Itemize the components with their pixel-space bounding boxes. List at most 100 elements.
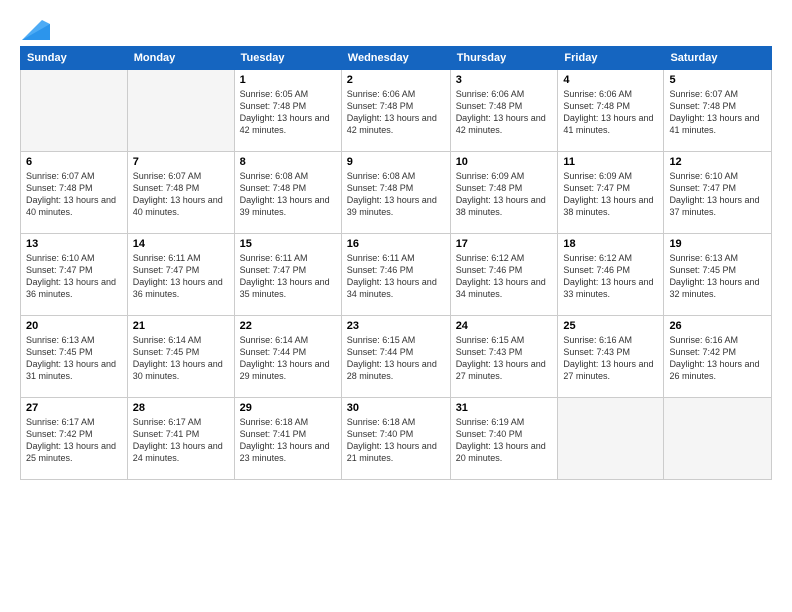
- calendar-cell: [558, 398, 664, 480]
- day-info: Sunrise: 6:11 AMSunset: 7:47 PMDaylight:…: [240, 252, 336, 301]
- weekday-header: Monday: [127, 47, 234, 70]
- calendar-cell: 31 Sunrise: 6:19 AMSunset: 7:40 PMDayligh…: [450, 398, 558, 480]
- calendar-cell: 18Sunrise: 6:12 AMSunset: 7:46 PMDayligh…: [558, 234, 664, 316]
- day-number: 24: [456, 320, 553, 332]
- weekday-header: Thursday: [450, 47, 558, 70]
- day-number: 12: [669, 156, 766, 168]
- calendar-cell: [127, 70, 234, 152]
- day-info: Sunrise: 6:16 AMSunset: 7:42 PMDaylight:…: [669, 334, 766, 383]
- day-info: Sunrise: 6:14 AMSunset: 7:45 PMDaylight:…: [133, 334, 229, 383]
- day-info: Sunrise: 6:08 AMSunset: 7:48 PMDaylight:…: [347, 170, 445, 219]
- weekday-header: Saturday: [664, 47, 772, 70]
- day-info: Sunrise: 6:08 AMSunset: 7:48 PMDaylight:…: [240, 170, 336, 219]
- calendar-cell: 25Sunrise: 6:16 AMSunset: 7:43 PMDayligh…: [558, 316, 664, 398]
- day-info: Sunrise: 6:07 AMSunset: 7:48 PMDaylight:…: [669, 88, 766, 137]
- calendar-cell: 27Sunrise: 6:17 AMSunset: 7:42 PMDayligh…: [21, 398, 128, 480]
- day-info: Sunrise: 6:05 AMSunset: 7:48 PMDaylight:…: [240, 88, 336, 137]
- day-info: Sunrise: 6:15 AMSunset: 7:43 PMDaylight:…: [456, 334, 553, 383]
- day-info: Sunrise: 6:12 AMSunset: 7:46 PMDaylight:…: [456, 252, 553, 301]
- calendar-cell: 3 Sunrise: 6:06 AMSunset: 7:48 PMDaylight…: [450, 70, 558, 152]
- day-number: 22: [240, 320, 336, 332]
- calendar-cell: 21Sunrise: 6:14 AMSunset: 7:45 PMDayligh…: [127, 316, 234, 398]
- day-info: Sunrise: 6:07 AMSunset: 7:48 PMDaylight:…: [26, 170, 122, 219]
- page: SundayMondayTuesdayWednesdayThursdayFrid…: [0, 0, 792, 612]
- weekday-header: Sunday: [21, 47, 128, 70]
- day-number: 17: [456, 238, 553, 250]
- day-number: 7: [133, 156, 229, 168]
- weekday-header: Wednesday: [341, 47, 450, 70]
- calendar-cell: 2 Sunrise: 6:06 AMSunset: 7:48 PMDaylight…: [341, 70, 450, 152]
- calendar-cell: 30 Sunrise: 6:18 AMSunset: 7:40 PMDayligh…: [341, 398, 450, 480]
- day-number: 8: [240, 156, 336, 168]
- day-number: 3: [456, 74, 553, 86]
- calendar-cell: 19 Sunrise: 6:13 AMSunset: 7:45 PMDayligh…: [664, 234, 772, 316]
- logo-icon: [22, 16, 50, 40]
- day-number: 5: [669, 74, 766, 86]
- day-number: 29: [240, 402, 336, 414]
- day-info: Sunrise: 6:06 AMSunset: 7:48 PMDaylight:…: [456, 88, 553, 137]
- calendar-cell: 10Sunrise: 6:09 AMSunset: 7:48 PMDayligh…: [450, 152, 558, 234]
- day-info: Sunrise: 6:07 AMSunset: 7:48 PMDaylight:…: [133, 170, 229, 219]
- day-info: Sunrise: 6:17 AMSunset: 7:41 PMDaylight:…: [133, 416, 229, 465]
- calendar-cell: 26 Sunrise: 6:16 AMSunset: 7:42 PMDayligh…: [664, 316, 772, 398]
- day-info: Sunrise: 6:17 AMSunset: 7:42 PMDaylight:…: [26, 416, 122, 465]
- header: [20, 16, 772, 36]
- calendar-cell: 9 Sunrise: 6:08 AMSunset: 7:48 PMDaylight…: [341, 152, 450, 234]
- calendar-cell: 5 Sunrise: 6:07 AMSunset: 7:48 PMDaylight…: [664, 70, 772, 152]
- calendar-header-row: SundayMondayTuesdayWednesdayThursdayFrid…: [21, 47, 772, 70]
- day-number: 16: [347, 238, 445, 250]
- day-number: 6: [26, 156, 122, 168]
- day-number: 14: [133, 238, 229, 250]
- calendar-cell: 14 Sunrise: 6:11 AMSunset: 7:47 PMDayligh…: [127, 234, 234, 316]
- day-number: 15: [240, 238, 336, 250]
- day-info: Sunrise: 6:06 AMSunset: 7:48 PMDaylight:…: [563, 88, 658, 137]
- day-number: 23: [347, 320, 445, 332]
- logo: [20, 16, 50, 36]
- day-info: Sunrise: 6:16 AMSunset: 7:43 PMDaylight:…: [563, 334, 658, 383]
- calendar-cell: 23 Sunrise: 6:15 AMSunset: 7:44 PMDayligh…: [341, 316, 450, 398]
- day-info: Sunrise: 6:10 AMSunset: 7:47 PMDaylight:…: [669, 170, 766, 219]
- calendar-cell: 8 Sunrise: 6:08 AMSunset: 7:48 PMDaylight…: [234, 152, 341, 234]
- day-info: Sunrise: 6:13 AMSunset: 7:45 PMDaylight:…: [26, 334, 122, 383]
- day-number: 9: [347, 156, 445, 168]
- calendar-cell: 13 Sunrise: 6:10 AMSunset: 7:47 PMDayligh…: [21, 234, 128, 316]
- day-number: 19: [669, 238, 766, 250]
- day-number: 26: [669, 320, 766, 332]
- day-info: Sunrise: 6:11 AMSunset: 7:47 PMDaylight:…: [133, 252, 229, 301]
- calendar-cell: 28 Sunrise: 6:17 AMSunset: 7:41 PMDayligh…: [127, 398, 234, 480]
- weekday-header: Friday: [558, 47, 664, 70]
- calendar-cell: 7 Sunrise: 6:07 AMSunset: 7:48 PMDaylight…: [127, 152, 234, 234]
- day-number: 2: [347, 74, 445, 86]
- day-info: Sunrise: 6:19 AMSunset: 7:40 PMDaylight:…: [456, 416, 553, 465]
- calendar-cell: 6 Sunrise: 6:07 AMSunset: 7:48 PMDaylight…: [21, 152, 128, 234]
- day-info: Sunrise: 6:10 AMSunset: 7:47 PMDaylight:…: [26, 252, 122, 301]
- calendar-cell: 29Sunrise: 6:18 AMSunset: 7:41 PMDayligh…: [234, 398, 341, 480]
- day-number: 31: [456, 402, 553, 414]
- calendar-week-row: 6 Sunrise: 6:07 AMSunset: 7:48 PMDaylight…: [21, 152, 772, 234]
- day-number: 30: [347, 402, 445, 414]
- day-number: 10: [456, 156, 553, 168]
- calendar-cell: 1Sunrise: 6:05 AMSunset: 7:48 PMDaylight…: [234, 70, 341, 152]
- day-info: Sunrise: 6:06 AMSunset: 7:48 PMDaylight:…: [347, 88, 445, 137]
- calendar-cell: 12 Sunrise: 6:10 AMSunset: 7:47 PMDayligh…: [664, 152, 772, 234]
- day-number: 28: [133, 402, 229, 414]
- calendar-cell: [664, 398, 772, 480]
- calendar-week-row: 13 Sunrise: 6:10 AMSunset: 7:47 PMDayligh…: [21, 234, 772, 316]
- day-info: Sunrise: 6:15 AMSunset: 7:44 PMDaylight:…: [347, 334, 445, 383]
- day-info: Sunrise: 6:11 AMSunset: 7:46 PMDaylight:…: [347, 252, 445, 301]
- calendar-table: SundayMondayTuesdayWednesdayThursdayFrid…: [20, 46, 772, 480]
- day-info: Sunrise: 6:18 AMSunset: 7:40 PMDaylight:…: [347, 416, 445, 465]
- day-number: 4: [563, 74, 658, 86]
- calendar-cell: 22Sunrise: 6:14 AMSunset: 7:44 PMDayligh…: [234, 316, 341, 398]
- calendar-cell: [21, 70, 128, 152]
- day-info: Sunrise: 6:09 AMSunset: 7:47 PMDaylight:…: [563, 170, 658, 219]
- calendar-cell: 24 Sunrise: 6:15 AMSunset: 7:43 PMDayligh…: [450, 316, 558, 398]
- calendar-cell: 11Sunrise: 6:09 AMSunset: 7:47 PMDayligh…: [558, 152, 664, 234]
- calendar-cell: 17 Sunrise: 6:12 AMSunset: 7:46 PMDayligh…: [450, 234, 558, 316]
- day-number: 18: [563, 238, 658, 250]
- calendar-cell: 20Sunrise: 6:13 AMSunset: 7:45 PMDayligh…: [21, 316, 128, 398]
- day-number: 13: [26, 238, 122, 250]
- calendar-cell: 4 Sunrise: 6:06 AMSunset: 7:48 PMDaylight…: [558, 70, 664, 152]
- day-info: Sunrise: 6:13 AMSunset: 7:45 PMDaylight:…: [669, 252, 766, 301]
- calendar-week-row: 20Sunrise: 6:13 AMSunset: 7:45 PMDayligh…: [21, 316, 772, 398]
